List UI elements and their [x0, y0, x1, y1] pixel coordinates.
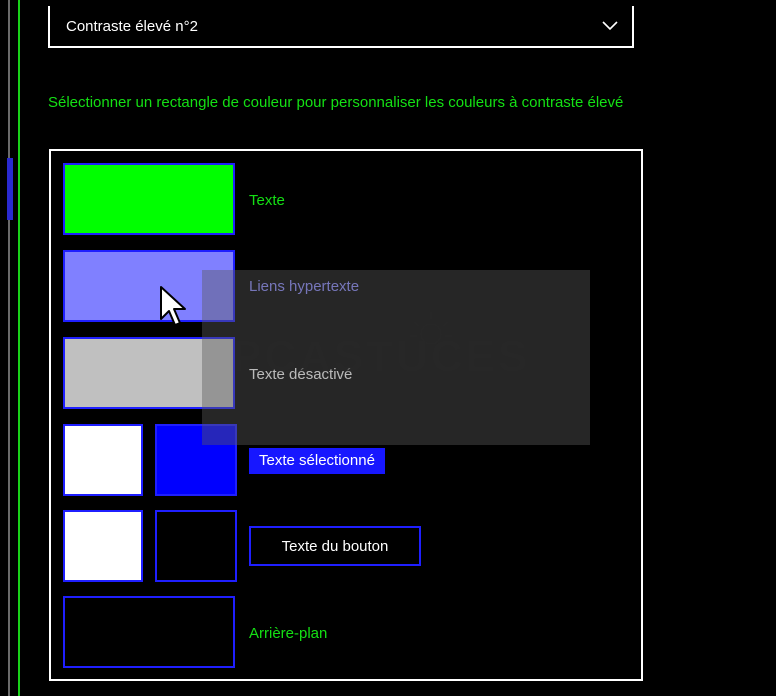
text-color-label: Texte — [249, 192, 285, 209]
button-text-label-text: Texte du bouton — [281, 537, 389, 555]
text-color-swatch[interactable] — [63, 163, 235, 235]
background-color-swatch[interactable] — [63, 596, 235, 668]
button-face-background-swatch[interactable] — [155, 510, 237, 582]
chevron-down-icon — [602, 21, 618, 31]
theme-dropdown-value: Contraste élevé n°2 — [66, 17, 198, 35]
selected-text-label: Texte sélectionné — [249, 448, 385, 474]
instruction-text: Sélectionner un rectangle de couleur pou… — [48, 94, 624, 111]
high-contrast-settings: Contraste élevé n°2 Sélectionner un rect… — [0, 0, 776, 696]
accent-edge-line — [18, 0, 20, 696]
selected-text-foreground-swatch[interactable] — [63, 424, 143, 496]
watermark-text: PCASTUCES — [232, 332, 531, 381]
window-edge-line — [8, 0, 10, 696]
button-text-foreground-swatch[interactable] — [63, 510, 143, 582]
background-color-label: Arrière-plan — [249, 625, 328, 642]
button-text-label: Texte du bouton — [249, 526, 421, 566]
scrollbar-thumb[interactable] — [7, 158, 13, 220]
theme-dropdown[interactable]: Contraste élevé n°2 — [48, 6, 634, 48]
watermark-overlay: PCASTUCES — [202, 270, 590, 445]
mouse-cursor-icon — [160, 286, 186, 326]
